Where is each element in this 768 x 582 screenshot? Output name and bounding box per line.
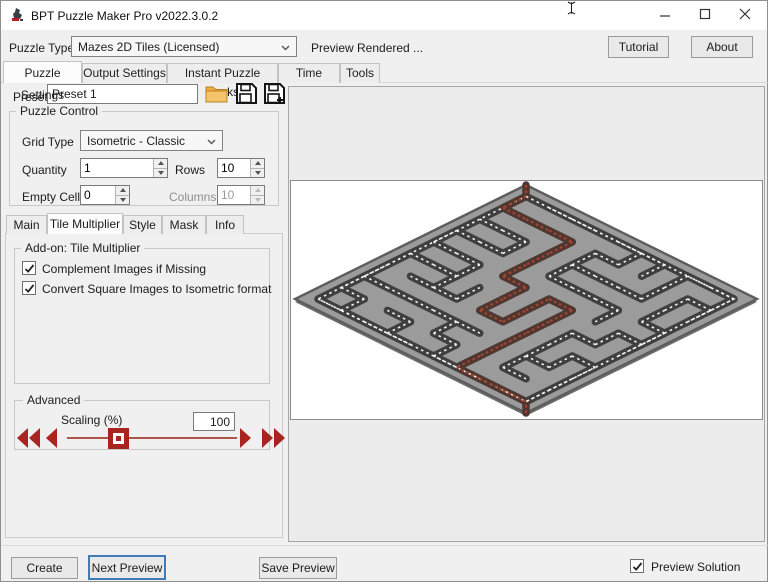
rows-label: Rows <box>175 163 205 177</box>
addon-group: Add-on: Tile Multiplier Complement Image… <box>14 248 270 384</box>
scaling-input[interactable] <box>193 412 235 431</box>
footer-divider <box>1 545 768 546</box>
isometric-maze-preview <box>291 181 762 419</box>
close-button[interactable] <box>728 1 762 29</box>
open-preset-folder-icon[interactable] <box>204 82 229 108</box>
subtab-tile-multiplier[interactable]: Tile Multiplier <box>47 213 123 234</box>
subtab-style[interactable]: Style <box>123 215 162 234</box>
maximize-button[interactable] <box>688 1 722 29</box>
title-bar: BPT Puzzle Maker Pro v2022.3.0.2 <box>1 1 767 30</box>
chevron-down-icon <box>207 134 216 148</box>
complement-images-checkbox[interactable] <box>22 261 36 275</box>
scaling-increase-icon[interactable] <box>239 428 252 451</box>
save-preset-as-icon[interactable] <box>262 82 286 108</box>
complement-images-label: Complement Images if Missing <box>42 262 206 276</box>
puzzle-type-value: Mazes 2D Tiles (Licensed) <box>78 40 219 54</box>
columns-value <box>218 186 250 204</box>
empty-cells-up-icon[interactable] <box>116 186 129 195</box>
columns-stepper <box>217 185 265 205</box>
subtab-main[interactable]: Main <box>6 215 47 234</box>
empty-cells-value[interactable] <box>81 186 115 204</box>
advanced-group-title: Advanced <box>23 393 84 407</box>
grid-type-label: Grid Type <box>22 135 74 149</box>
tab-output-settings[interactable]: Output Settings <box>82 63 167 83</box>
puzzle-type-label: Puzzle Type <box>9 41 74 55</box>
window-title: BPT Puzzle Maker Pro v2022.3.0.2 <box>31 9 218 23</box>
preview-status-label: Preview Rendered ... <box>311 41 423 55</box>
rows-up-icon[interactable] <box>251 159 264 168</box>
scaling-slider-handle[interactable] <box>108 428 129 449</box>
scaling-slider-track[interactable] <box>67 437 237 439</box>
app-icon <box>10 7 26 26</box>
puzzle-control-group: Puzzle Control Grid Type Isometric - Cla… <box>9 111 279 206</box>
grid-type-value: Isometric - Classic <box>87 134 185 148</box>
scaling-fast-decrease-icon[interactable] <box>17 428 41 451</box>
tab-time-saver[interactable]: Time Saver <box>278 63 340 83</box>
scaling-fast-increase-icon[interactable] <box>261 428 285 451</box>
quantity-label: Quantity <box>22 163 67 177</box>
tab-instant-puzzle-books[interactable]: Instant Puzzle Books <box>167 63 278 83</box>
create-button[interactable]: Create <box>11 557 78 579</box>
minimize-button[interactable] <box>648 1 682 29</box>
quantity-stepper[interactable] <box>80 158 168 178</box>
tab-tools[interactable]: Tools <box>340 63 380 83</box>
grid-type-select[interactable]: Isometric - Classic <box>80 130 223 151</box>
columns-up-icon <box>251 186 264 195</box>
empty-cells-stepper[interactable] <box>80 185 130 205</box>
preview-solution-checkbox[interactable] <box>630 559 644 573</box>
subtab-mask[interactable]: Mask <box>162 215 206 234</box>
rows-stepper[interactable] <box>217 158 265 178</box>
columns-label: Columns <box>169 190 216 204</box>
chevron-down-icon <box>281 40 290 54</box>
empty-cells-label: Empty Cells <box>22 190 86 204</box>
rows-value[interactable] <box>218 159 250 177</box>
scaling-label: Scaling (%) <box>61 413 122 427</box>
next-preview-button[interactable]: Next Preview <box>88 555 166 580</box>
text-cursor-pointer <box>565 1 578 18</box>
about-button[interactable]: About <box>691 36 753 58</box>
preview-panel <box>288 86 765 542</box>
save-preset-icon[interactable] <box>234 82 258 108</box>
addon-group-title: Add-on: Tile Multiplier <box>21 241 144 255</box>
quantity-value[interactable] <box>81 159 153 177</box>
rows-down-icon[interactable] <box>251 168 264 178</box>
scaling-decrease-icon[interactable] <box>45 428 58 451</box>
puzzle-control-title: Puzzle Control <box>16 104 102 118</box>
quantity-down-icon[interactable] <box>154 168 167 178</box>
convert-square-label: Convert Square Images to Isometric forma… <box>42 282 271 296</box>
subtab-info[interactable]: Info <box>206 215 244 234</box>
preview-image <box>290 180 763 420</box>
preview-solution-label: Preview Solution <box>651 560 740 574</box>
save-preview-button[interactable]: Save Preview <box>259 557 337 579</box>
columns-down-icon <box>251 195 264 205</box>
empty-cells-down-icon[interactable] <box>116 195 129 205</box>
tab-puzzle-settings[interactable]: Puzzle Settings <box>3 61 82 83</box>
tutorial-button[interactable]: Tutorial <box>608 36 669 58</box>
convert-square-checkbox[interactable] <box>22 281 36 295</box>
preset-input[interactable] <box>47 84 198 104</box>
puzzle-type-select[interactable]: Mazes 2D Tiles (Licensed) <box>71 36 297 57</box>
quantity-up-icon[interactable] <box>154 159 167 168</box>
